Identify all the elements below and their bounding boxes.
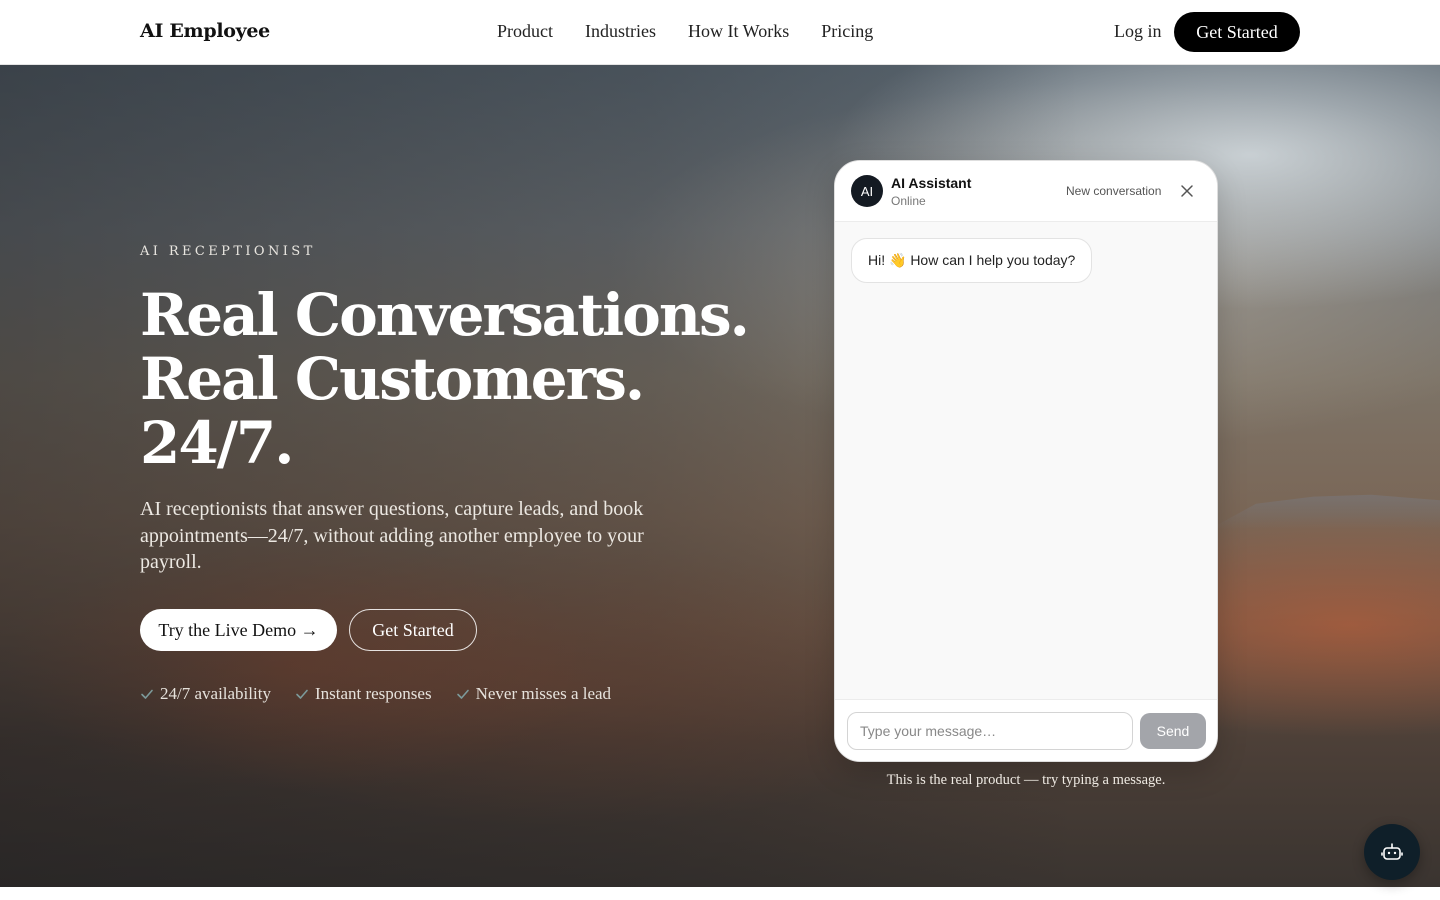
assistant-name: AI Assistant [891, 175, 972, 191]
brand-logo[interactable]: AI Employee [140, 20, 270, 42]
nav-links: Product Industries How It Works Pricing [497, 21, 873, 42]
feature-item: Instant responses [295, 684, 432, 704]
assistant-avatar: AI [851, 175, 883, 207]
nav-link-pricing[interactable]: Pricing [821, 21, 873, 42]
robot-icon [1381, 843, 1403, 860]
send-button[interactable]: Send [1140, 713, 1206, 749]
nav-get-started-button[interactable]: Get Started [1174, 12, 1300, 52]
hero-subcopy: AI receptionists that answer questions, … [140, 498, 644, 573]
feature-label: Never misses a lead [475, 684, 612, 703]
top-nav: AI Employee Product Industries How It Wo… [0, 0, 1440, 65]
feature-list: 24/7 availability Instant responses Neve… [140, 684, 611, 704]
hero-eyebrow: AI RECEPTIONIST [140, 244, 316, 259]
nav-link-industries[interactable]: Industries [585, 21, 656, 42]
hero-headline: Real Conversations. Real Customers. 24/7… [140, 283, 760, 475]
feature-item: 24/7 availability [140, 684, 271, 704]
hero-headline-line-3: 24/7. [140, 409, 294, 477]
chat-caption: This is the real product — try typing a … [886, 772, 1166, 788]
message-input[interactable] [847, 712, 1133, 750]
feature-label: Instant responses [314, 684, 432, 703]
chat-messages: Hi! 👋 How can I help you today? [835, 222, 1217, 699]
chat-composer: Send [835, 699, 1217, 761]
feature-label: 24/7 availability [160, 684, 271, 703]
hero-section: AI RECEPTIONIST Real Conversations. Real… [0, 65, 1440, 887]
hero-headline-line-2: Real Customers. [140, 345, 645, 413]
check-icon [141, 689, 153, 699]
check-icon [456, 689, 469, 699]
check-icon [296, 689, 308, 699]
new-conversation-button[interactable]: New conversation [1066, 184, 1161, 198]
chat-widget: AI AI Assistant Online New conversation … [834, 160, 1218, 762]
nav-link-how-it-works[interactable]: How It Works [688, 21, 789, 42]
nav-link-product[interactable]: Product [497, 21, 553, 42]
login-link[interactable]: Log in [1114, 21, 1162, 42]
hero-get-started-button[interactable]: Get Started [349, 609, 477, 651]
try-live-demo-button[interactable]: Try the Live Demo → [140, 609, 337, 651]
chat-launcher-button[interactable] [1364, 824, 1420, 880]
close-icon[interactable] [1179, 183, 1195, 199]
chat-header: AI AI Assistant Online New conversation [835, 161, 1217, 222]
hero-headline-line-1: Real Conversations. [140, 281, 750, 349]
assistant-message: Hi! 👋 How can I help you today? [851, 238, 1093, 283]
assistant-status: Online [891, 194, 926, 208]
feature-item: Never misses a lead [456, 684, 611, 704]
